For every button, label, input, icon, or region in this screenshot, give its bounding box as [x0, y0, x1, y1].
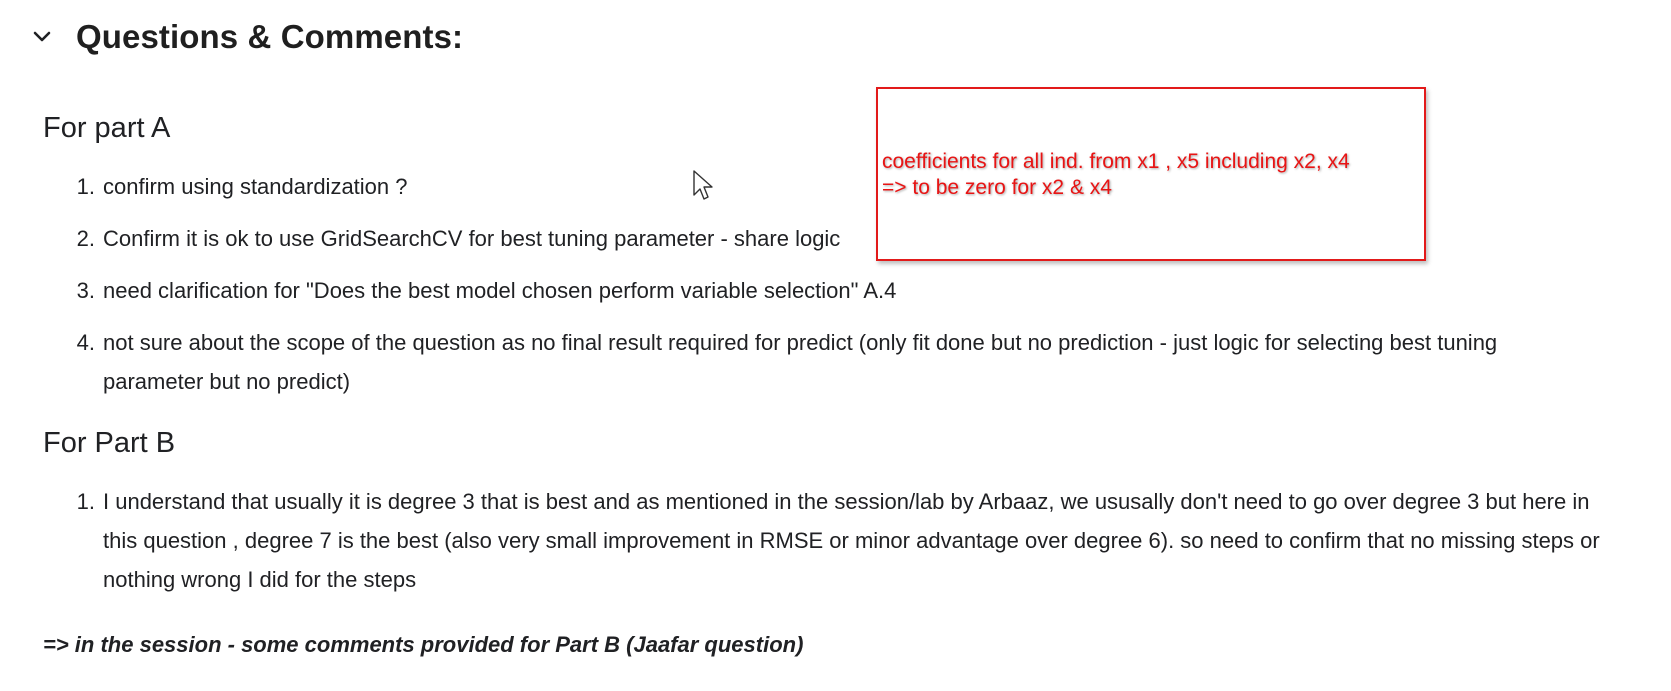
list-item-number: 1.: [76, 174, 95, 199]
mouse-pointer-icon: [693, 170, 713, 200]
conclusion-note: => in the session - some comments provid…: [43, 632, 804, 657]
list-item: 4. not sure about the scope of the quest…: [43, 323, 1603, 401]
chevron-down-icon[interactable]: [30, 25, 54, 49]
annotation-text: coefficients for all ind. from x1 , x5 i…: [882, 149, 1350, 201]
list-item-text: not sure about the scope of the question…: [103, 330, 1498, 394]
annotation-box[interactable]: coefficients for all ind. from x1 , x5 i…: [876, 87, 1426, 261]
list-item-number: 3.: [76, 278, 95, 303]
part-a-heading: For part A: [43, 112, 171, 144]
list-item: 3. need clarification for "Does the best…: [43, 271, 1603, 310]
annotation-line-1: coefficients for all ind. from x1 , x5 i…: [882, 150, 1350, 173]
list-item-number: 1.: [76, 489, 95, 514]
list-item-text: need clarification for "Does the best mo…: [103, 278, 897, 303]
page: Questions & Comments: For part A 1. conf…: [0, 0, 1671, 691]
part-b-list: 1. I understand that usually it is degre…: [43, 482, 1603, 599]
annotation-line-2: => to be zero for x2 & x4: [882, 176, 1112, 199]
list-item-number: 4.: [76, 330, 95, 355]
list-item: 1. I understand that usually it is degre…: [43, 482, 1603, 599]
list-item-number: 2.: [76, 226, 95, 251]
part-b-heading: For Part B: [43, 427, 176, 459]
section-title: Questions & Comments:: [76, 18, 464, 55]
section-header: Questions & Comments:: [30, 18, 463, 56]
list-item-text: I understand that usually it is degree 3…: [103, 489, 1600, 592]
